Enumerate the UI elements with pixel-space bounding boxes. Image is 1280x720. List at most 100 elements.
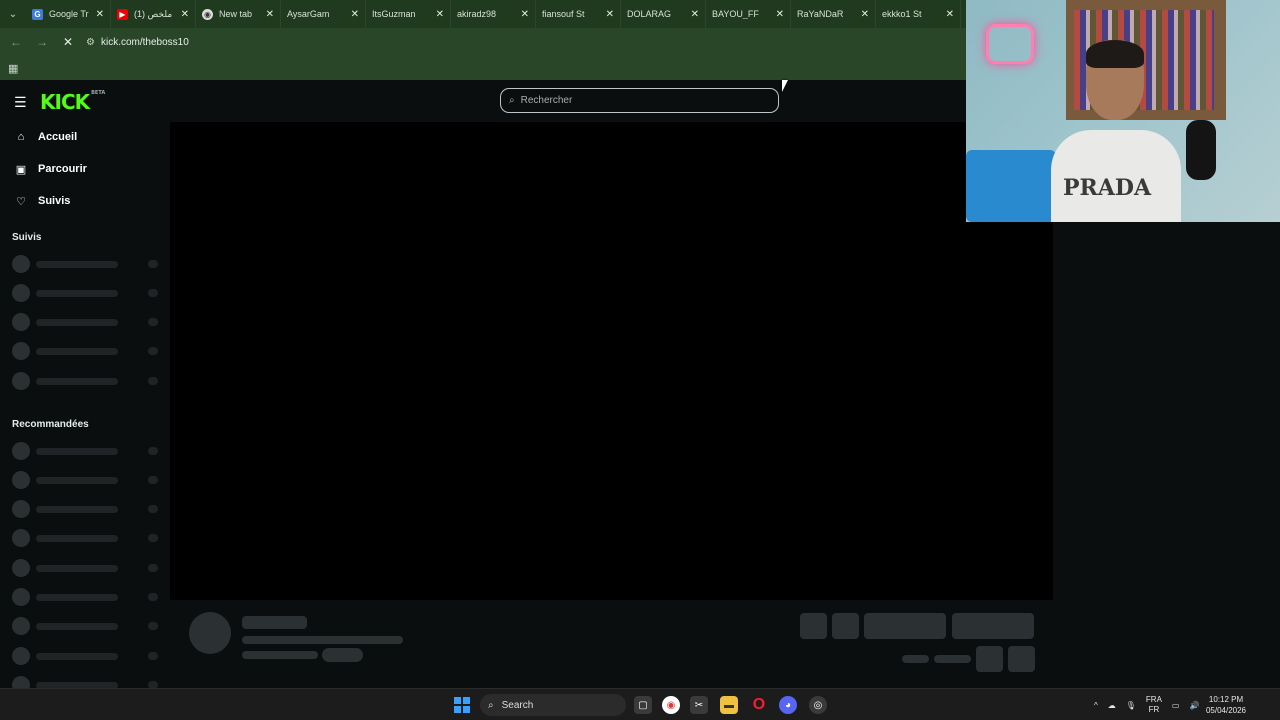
skeleton-line <box>242 616 307 629</box>
nav-label: Accueil <box>38 131 78 143</box>
language-indicator[interactable]: FRA FR <box>1146 695 1162 715</box>
microphone <box>1186 120 1216 180</box>
back-arrow-icon[interactable]: ← <box>8 34 24 50</box>
windows-start-icon[interactable] <box>454 697 470 713</box>
section-heading-recommended: Recommandées <box>12 419 89 430</box>
close-icon[interactable]: ✕ <box>436 9 444 20</box>
skeleton-channel <box>12 284 160 302</box>
skeleton-channel <box>12 529 160 547</box>
home-icon: ⌂ <box>17 131 25 143</box>
microphone-icon[interactable]: 🎙 <box>1126 701 1136 710</box>
skeleton-channel <box>12 342 160 360</box>
tab-title: AysarGam <box>287 9 330 19</box>
tab-title: ItsGuzman <box>372 9 416 19</box>
skeleton-channel <box>12 442 160 460</box>
skeleton-channel <box>12 471 160 489</box>
close-icon[interactable]: ✕ <box>776 9 784 20</box>
discord-icon[interactable]: ◕ <box>779 696 797 714</box>
tab-title: RaYaNDaR <box>797 9 844 19</box>
kick-logo[interactable]: KICK BETA <box>40 90 105 114</box>
system-clock[interactable]: 10:12 PM 05/04/2026 <box>1196 694 1256 716</box>
search-icon: ⌕ <box>509 95 515 106</box>
skeleton-line <box>934 655 971 663</box>
browser-tab[interactable]: ◉ New tab ✕ <box>196 0 281 28</box>
close-icon[interactable]: ✕ <box>96 9 104 20</box>
browser-tab[interactable]: KItsGuzman✕ <box>0 0 451 91</box>
skeleton-channel <box>12 255 160 273</box>
section-heading-following: Suivis <box>12 232 42 243</box>
obs-icon[interactable]: ◎ <box>809 696 827 714</box>
close-icon[interactable]: ✕ <box>606 9 614 20</box>
cloud-icon[interactable]: ☁ <box>1108 701 1116 710</box>
browser-tab[interactable]: ▶ ملخص (1) ✕ <box>111 0 196 28</box>
skeleton-channel <box>12 559 160 577</box>
video-player[interactable] <box>170 122 1053 600</box>
opera-icon[interactable]: O <box>750 696 768 714</box>
tab-search-chevron-icon[interactable]: ⌄ <box>0 0 26 28</box>
windows-taskbar: ⌕ Search ▢ ◉ ✂ ▬ O ◕ ◎ ^ ☁ 🎙 FRA FR ▭ 🔊 1… <box>0 688 1280 720</box>
close-icon[interactable]: ✕ <box>521 9 529 20</box>
search-icon: ⌕ <box>488 699 494 711</box>
skeleton-pill <box>322 648 363 662</box>
skeleton-button <box>1008 646 1035 672</box>
site-info-icon[interactable]: ⚙ <box>86 37 95 48</box>
nav-label: Suivis <box>38 195 71 207</box>
browser-tab[interactable]: G Google Tr ✕ <box>26 0 111 28</box>
skeleton-button <box>952 613 1034 639</box>
streamer: PRADA <box>1041 40 1191 222</box>
browser-tab[interactable]: Kakiradz98✕ <box>0 0 536 91</box>
browser-tab[interactable]: KBAYOU_FF✕ <box>0 0 791 91</box>
mouse-cursor <box>782 80 788 92</box>
nav-label: Parcourir <box>38 163 87 175</box>
tab-title: BAYOU_FF <box>712 9 759 19</box>
browser-tab[interactable]: KAysarGam✕ <box>0 0 366 91</box>
search-placeholder: Rechercher <box>520 95 573 106</box>
close-icon[interactable]: ✕ <box>266 9 274 20</box>
network-icon[interactable]: ▭ <box>1172 701 1180 710</box>
forward-arrow-icon[interactable]: → <box>34 34 50 50</box>
skeleton-channel <box>12 676 160 688</box>
heart-icon: ♡ <box>16 195 26 208</box>
search-input[interactable]: ⌕ Rechercher <box>500 88 779 113</box>
close-icon[interactable]: ✕ <box>181 9 189 20</box>
browser-tab[interactable]: Kfiansouf St✕ <box>0 0 621 91</box>
nav-item-home[interactable]: ⌂ Accueil <box>14 127 77 147</box>
tab-title: ملخص (1) <box>134 8 173 19</box>
nav-item-following[interactable]: ♡ Suivis <box>14 191 70 211</box>
browser-tab[interactable]: KDOLARAG✕ <box>0 0 706 91</box>
task-view-icon[interactable]: ▢ <box>634 696 652 714</box>
kick-sidebar: ⌂ Accueil ▣ Parcourir ♡ Suivis Suivis Re… <box>0 122 170 688</box>
google-icon: G <box>32 8 43 20</box>
tab-title: akiradz98 <box>457 9 497 19</box>
nav-item-browse[interactable]: ▣ Parcourir <box>14 159 87 179</box>
tab-title: ekkko1 St <box>882 9 922 19</box>
stop-loading-icon[interactable]: ✕ <box>60 34 76 50</box>
skeleton-button <box>800 613 827 639</box>
url-omnibox[interactable]: ⚙ kick.com/theboss10 <box>86 31 946 53</box>
stream-info-skeleton <box>170 600 1053 688</box>
chrome-icon: ◉ <box>202 8 213 20</box>
skeleton-avatar <box>189 612 231 654</box>
snipping-tool-icon[interactable]: ✂ <box>690 696 708 714</box>
tab-title: DOLARAG <box>627 9 672 19</box>
clock-time: 10:12 PM <box>1208 695 1244 704</box>
close-icon[interactable]: ✕ <box>351 9 359 20</box>
url-text: kick.com/theboss10 <box>100 36 189 48</box>
skeleton-line <box>242 651 318 659</box>
close-icon[interactable]: ✕ <box>691 9 699 20</box>
apps-grid-icon[interactable]: ▦ <box>8 62 18 75</box>
browser-tab[interactable]: Kekkko1 St✕ <box>0 0 961 91</box>
tab-title: New tab <box>219 9 253 19</box>
close-icon[interactable]: ✕ <box>861 9 869 20</box>
system-tray: ^ ☁ 🎙 FRA FR ▭ 🔊 <box>1094 689 1199 720</box>
close-icon[interactable]: ✕ <box>946 9 954 20</box>
chevron-up-icon[interactable]: ^ <box>1094 701 1098 710</box>
browser-tab[interactable]: KRaYaNDaR✕ <box>0 0 876 91</box>
calendar-icon: ▣ <box>15 163 27 176</box>
chrome-icon[interactable]: ◉ <box>662 696 680 714</box>
clock-date: 05/04/2026 <box>1205 706 1247 715</box>
file-explorer-icon[interactable]: ▬ <box>720 696 738 714</box>
hamburger-menu-icon[interactable]: ☰ <box>14 94 28 111</box>
taskbar-search[interactable]: ⌕ Search <box>480 694 626 716</box>
skeleton-channel <box>12 588 160 606</box>
